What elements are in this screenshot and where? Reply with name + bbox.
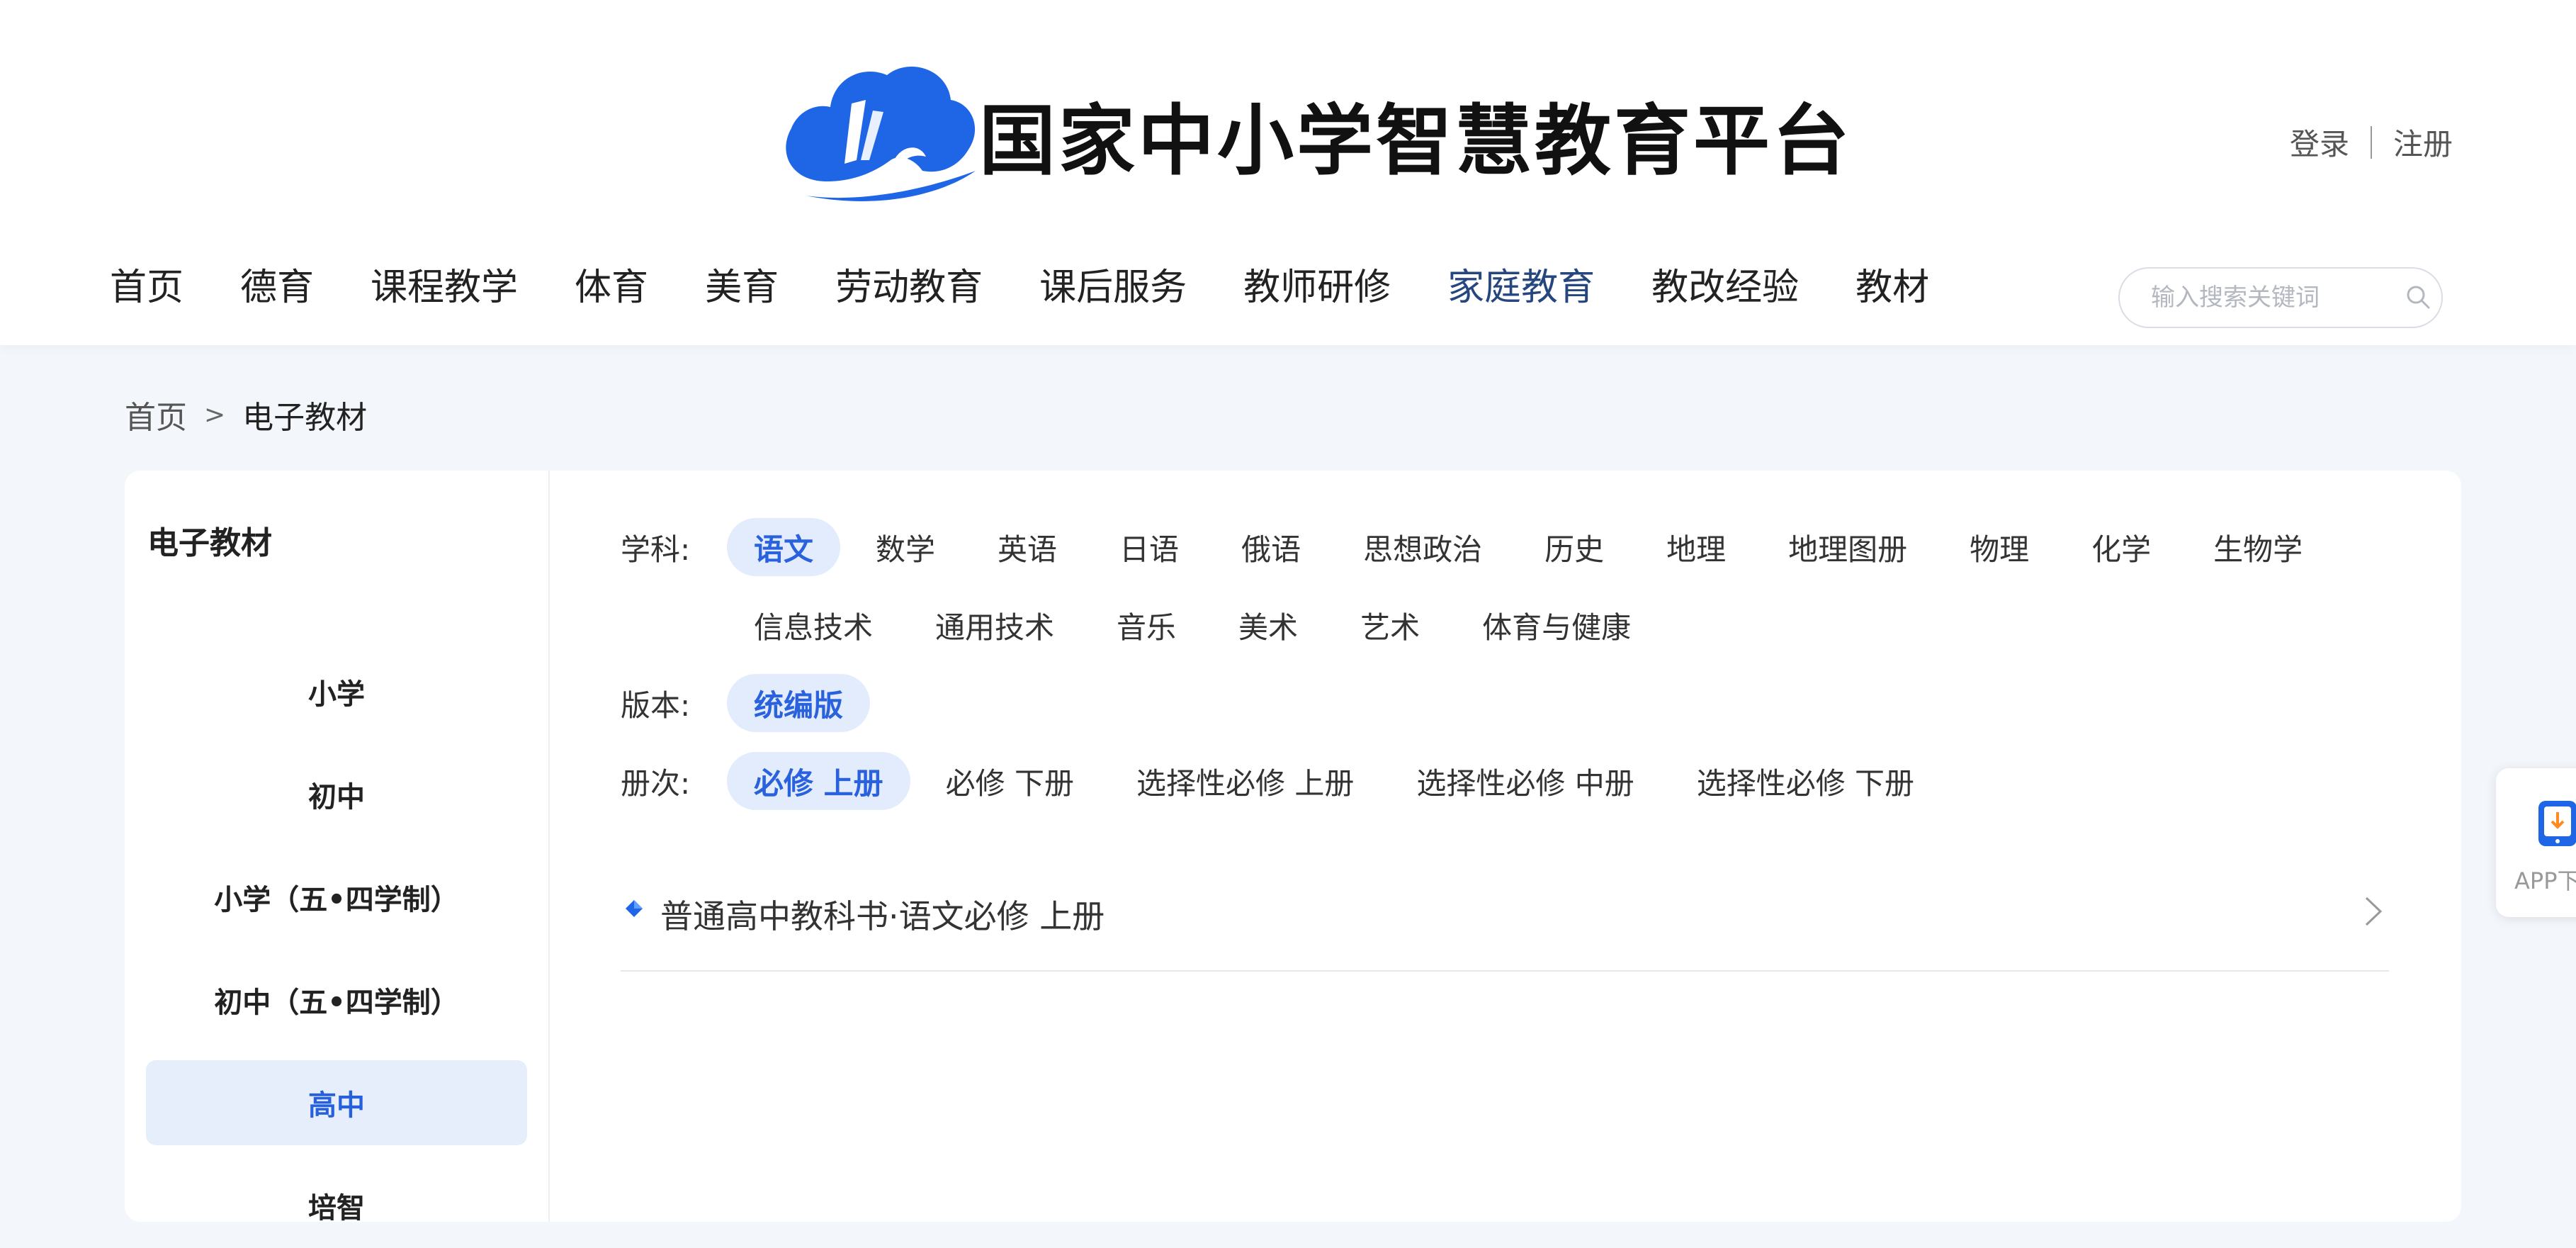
phone-download-icon [2538,801,2576,846]
nav-item-teacher-training[interactable]: 教师研修 [1243,269,1391,306]
subject-chip[interactable]: 艺术 [1333,596,1447,654]
volume-chip[interactable]: 必修 上册 [727,752,910,810]
nav-item-reform[interactable]: 教改经验 [1651,269,1799,306]
content-area: 学科: 语文 数学 英语 日语 俄语 思想政治 历史 地理 地理图册 物理 化学… [621,471,2461,1222]
subject-chip[interactable]: 通用技术 [908,596,1081,654]
edition-filter-row: 版本: 统编版 [621,674,879,732]
sidebar-item-junior[interactable]: 初中 [146,752,527,837]
subject-chip[interactable]: 数学 [849,518,962,576]
site-logo[interactable] [777,61,983,203]
subject-filter-row: 学科: 语文 数学 英语 日语 俄语 思想政治 历史 地理 地理图册 物理 化学… [621,518,2338,576]
volume-filter-row: 册次: 必修 上册 必修 下册 选择性必修 上册 选择性必修 中册 选择性必修 … [621,752,1950,810]
site-title: 国家中小学智慧教育平台 [979,96,1853,186]
nav-item-home[interactable]: 首页 [110,269,183,306]
nav-item-courses[interactable]: 课程教学 [371,269,518,306]
subject-chip[interactable]: 美术 [1211,596,1325,654]
search-icon[interactable] [2403,282,2434,313]
auth-divider [2370,125,2372,159]
subject-chip[interactable]: 地理 [1639,518,1753,576]
subject-filter-row-2: 信息技术 通用技术 音乐 美术 艺术 体育与健康 [727,596,1666,654]
register-link[interactable]: 注册 [2393,120,2453,164]
nav-item-moral[interactable]: 德育 [240,269,314,306]
app-download-label: APP下 [2514,867,2576,894]
sidebar-title: 电子教材 [147,525,272,561]
sidebar-item-primary-54[interactable]: 小学（五•四学制） [146,855,527,940]
subject-chip[interactable]: 化学 [2064,518,2178,576]
subject-chip[interactable]: 信息技术 [727,596,900,654]
breadcrumb-separator: > [204,400,226,429]
subject-chip[interactable]: 思想政治 [1336,518,1509,576]
subject-chip[interactable]: 历史 [1518,518,1631,576]
cloud-book-logo-icon [786,66,976,201]
subject-chip[interactable]: 地理图册 [1761,518,1934,576]
diamond-bullet-icon [626,900,643,917]
nav-item-labor[interactable]: 劳动教育 [835,269,983,306]
sidebar-item-senior[interactable]: 高中 [146,1060,527,1145]
edition-label: 版本: [621,687,691,723]
volume-chip[interactable]: 必修 下册 [919,752,1101,810]
subject-chip[interactable]: 音乐 [1090,596,1203,654]
subject-chip[interactable]: 俄语 [1214,518,1328,576]
subject-chip[interactable]: 体育与健康 [1455,596,1658,654]
breadcrumb-current: 电子教材 [242,400,368,436]
book-title: 普通高中教科书·语文必修 上册 [660,897,1105,935]
nav-item-family[interactable]: 家庭教育 [1447,269,1595,306]
sidebar-item-junior-54[interactable]: 初中（五•四学制） [146,957,527,1042]
nav-item-after-school[interactable]: 课后服务 [1039,269,1187,306]
nav-item-sports[interactable]: 体育 [575,269,648,306]
search-box [2118,267,2443,328]
sidebar-item-special-ed[interactable]: 培智 [146,1163,527,1248]
subject-chip[interactable]: 物理 [1943,518,2056,576]
main-nav: 首页 德育 课程教学 体育 美育 劳动教育 课后服务 教师研修 家庭教育 教改经… [110,269,1986,306]
volume-chip[interactable]: 选择性必修 上册 [1109,752,1381,810]
subject-chip[interactable]: 英语 [971,518,1084,576]
volume-chip[interactable]: 选择性必修 下册 [1670,752,1941,810]
breadcrumb: 首页 > 电子教材 [125,392,367,437]
sidebar-item-primary[interactable]: 小学 [146,649,527,734]
subject-chip[interactable]: 生物学 [2186,518,2329,576]
login-link[interactable]: 登录 [2290,120,2349,164]
breadcrumb-home[interactable]: 首页 [125,392,187,437]
auth-links: 登录 注册 [2290,120,2453,164]
subject-chip[interactable]: 日语 [1092,518,1206,576]
book-list-item[interactable]: 普通高中教科书·语文必修 上册 [621,871,2389,972]
subject-chip[interactable]: 语文 [727,518,841,576]
site-header: 国家中小学智慧教育平台 登录 注册 首页 德育 课程教学 体育 美育 劳动教育 … [0,0,2576,345]
subject-label: 学科: [621,532,691,567]
nav-item-textbooks[interactable]: 教材 [1855,269,1929,306]
volume-label: 册次: [621,765,691,801]
edition-chip[interactable]: 统编版 [727,674,871,732]
search-input[interactable] [2150,283,2393,313]
chevron-right-icon[interactable] [2361,894,2386,929]
main-panel: 电子教材 小学 初中 小学（五•四学制） 初中（五•四学制） 高中 培智 学科:… [125,471,2461,1225]
nav-item-arts[interactable]: 美育 [705,269,779,306]
app-download-widget[interactable]: APP下 [2496,768,2576,917]
sidebar: 电子教材 小学 初中 小学（五•四学制） 初中（五•四学制） 高中 培智 [125,471,550,1225]
volume-chip[interactable]: 选择性必修 中册 [1389,752,1661,810]
